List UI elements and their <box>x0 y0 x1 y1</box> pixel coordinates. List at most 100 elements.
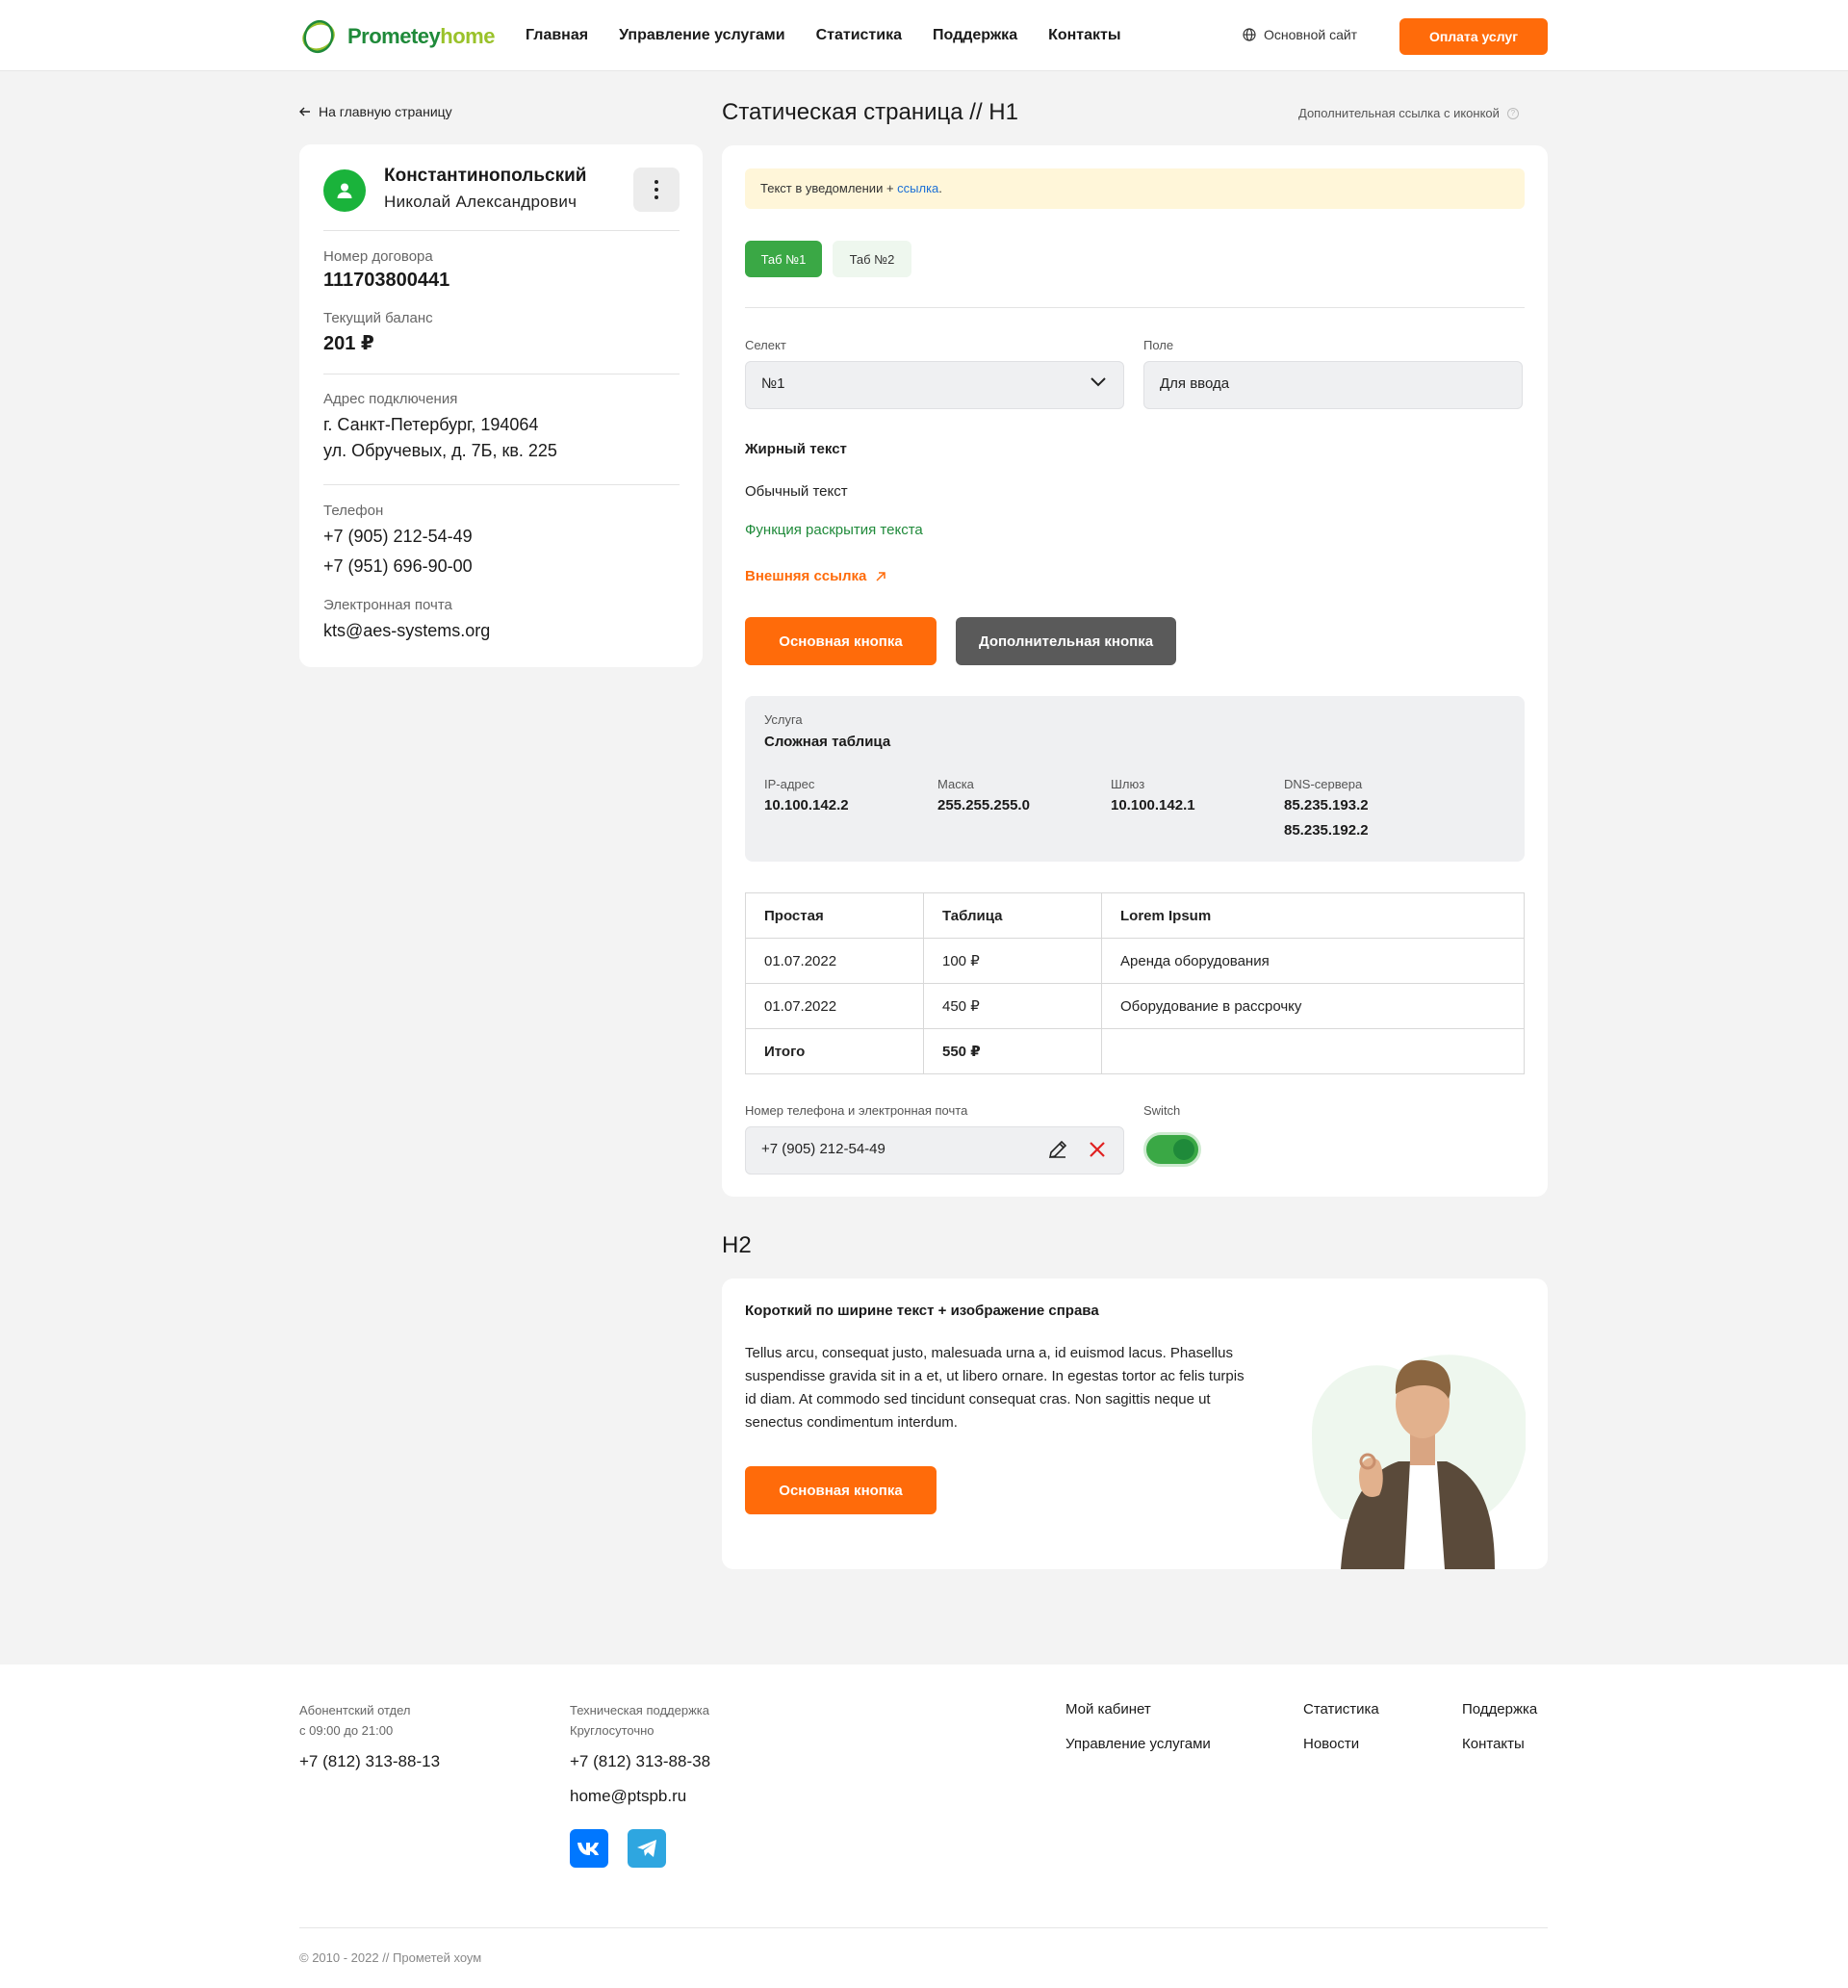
profile-last-name: Константинопольский <box>384 166 587 186</box>
telegram-icon <box>637 1840 656 1857</box>
footer-link-stats[interactable]: Статистика <box>1303 1701 1379 1717</box>
mask-value: 255.255.255.0 <box>937 797 1030 813</box>
table-cell: Итого <box>745 1028 924 1074</box>
promo-card: Короткий по ширине текст + изображение с… <box>722 1278 1548 1569</box>
mask-label: Маска <box>937 777 974 791</box>
table-cell <box>1101 1028 1525 1074</box>
balance-value: 201 ₽ <box>323 333 374 354</box>
table-header-row: Простая Таблица Lorem Ipsum <box>745 892 1525 939</box>
table-total-row: Итого 550 ₽ <box>745 1028 1525 1074</box>
field-label: Поле <box>1143 338 1174 352</box>
promo-button[interactable]: Основная кнопка <box>745 1466 937 1514</box>
extra-link[interactable]: Дополнительная ссылка с иконкой ? <box>1298 106 1519 120</box>
balance-label: Текущий баланс <box>323 310 433 326</box>
site-header: Prometeyhome Главная Управление услугами… <box>0 0 1848 71</box>
data-table: Простая Таблица Lorem Ipsum 01.07.2022 1… <box>745 892 1525 1074</box>
divider <box>745 307 1525 308</box>
notice-banner: Текст в уведомлении + ссылка. <box>745 168 1525 209</box>
table-row: 01.07.2022 450 ₽ Оборудование в рассрочк… <box>745 983 1525 1029</box>
secondary-button[interactable]: Дополнительная кнопка <box>956 617 1176 665</box>
expand-text-link[interactable]: Функция раскрытия текста <box>745 522 923 538</box>
table-cell: Оборудование в рассрочку <box>1101 983 1525 1029</box>
select-value: №1 <box>761 375 785 392</box>
contract-label: Номер договора <box>323 248 433 265</box>
select-dropdown[interactable]: №1 <box>745 361 1124 409</box>
email-value: kts@aes-systems.org <box>323 621 491 640</box>
dot-icon <box>654 188 658 192</box>
logo[interactable]: Prometeyhome <box>299 17 495 56</box>
profile-first-name: Николай Александрович <box>384 193 578 211</box>
external-link[interactable]: Внешняя ссылка <box>745 568 886 584</box>
tab-1[interactable]: Таб №1 <box>745 241 822 277</box>
address-line1: г. Санкт-Петербург, 194064 <box>323 415 539 434</box>
nav-item-services[interactable]: Управление услугами <box>619 27 784 44</box>
telegram-button[interactable] <box>628 1829 666 1868</box>
pencil-icon[interactable] <box>1047 1139 1068 1160</box>
service-name: Сложная таблица <box>764 734 891 750</box>
footer-link-cabinet[interactable]: Мой кабинет <box>1065 1701 1151 1717</box>
table-cell: Аренда оборудования <box>1101 938 1525 984</box>
nav-item-support[interactable]: Поддержка <box>933 27 1017 44</box>
promo-text: Tellus arcu, consequat justo, malesuada … <box>745 1345 1245 1431</box>
footer-link-news[interactable]: Новости <box>1303 1736 1359 1752</box>
user-icon <box>337 183 352 198</box>
back-link[interactable]: На главную страницу <box>299 104 452 119</box>
main-site-link[interactable]: Основной сайт <box>1243 27 1357 42</box>
main-nav: Главная Управление услугами Статистика П… <box>526 27 1121 44</box>
logo-text: Prometeyhome <box>347 24 495 48</box>
footer-link-services[interactable]: Управление услугами <box>1065 1736 1211 1752</box>
ip-label: IP-адрес <box>764 777 815 791</box>
table-header-cell: Таблица <box>923 892 1102 939</box>
text-input[interactable]: Для ввода <box>1143 361 1523 409</box>
help-icon: ? <box>1506 107 1519 119</box>
contact-field[interactable]: +7 (905) 212-54-49 <box>745 1126 1124 1175</box>
address-line2: ул. Обручевых, д. 7Б, кв. 225 <box>323 441 557 460</box>
table-row: 01.07.2022 100 ₽ Аренда оборудования <box>745 938 1525 984</box>
chevron-down-icon <box>1091 377 1106 387</box>
dns-value-1: 85.235.193.2 <box>1284 797 1369 813</box>
switch-label: Switch <box>1143 1103 1181 1118</box>
footer-link-support[interactable]: Поддержка <box>1462 1701 1537 1717</box>
table-cell: 01.07.2022 <box>745 983 924 1029</box>
normal-text: Обычный текст <box>745 483 848 500</box>
nav-item-contacts[interactable]: Контакты <box>1048 27 1120 44</box>
arrow-left-icon <box>299 107 310 116</box>
site-footer <box>0 1665 1848 1988</box>
promo-title: Короткий по ширине текст + изображение с… <box>745 1303 1099 1319</box>
external-link-label: Внешняя ссылка <box>745 568 867 584</box>
vk-button[interactable] <box>570 1829 608 1868</box>
dns-label: DNS-сервера <box>1284 777 1363 791</box>
support-hours: Круглосуточно <box>570 1723 654 1738</box>
primary-button[interactable]: Основная кнопка <box>745 617 937 665</box>
table-header-cell: Lorem Ipsum <box>1101 892 1525 939</box>
service-details: Услуга Сложная таблица IP-адрес 10.100.1… <box>745 696 1525 862</box>
dept-hours: с 09:00 до 21:00 <box>299 1723 394 1738</box>
main-site-label: Основной сайт <box>1264 27 1358 42</box>
toggle-switch[interactable] <box>1143 1132 1201 1167</box>
dns-value-2: 85.235.192.2 <box>1284 822 1369 839</box>
dept-title: Абонентский отдел <box>299 1703 411 1717</box>
more-options-button[interactable] <box>633 168 680 212</box>
support-phone[interactable]: +7 (812) 313-88-38 <box>570 1752 710 1771</box>
contract-value: 111703800441 <box>323 270 450 291</box>
table-cell: 100 ₽ <box>923 938 1102 984</box>
support-email[interactable]: home@ptspb.ru <box>570 1787 686 1806</box>
tab-2[interactable]: Таб №2 <box>833 241 911 277</box>
nav-item-stats[interactable]: Статистика <box>816 27 902 44</box>
nav-item-home[interactable]: Главная <box>526 27 588 44</box>
select-label: Селект <box>745 338 786 352</box>
pay-button[interactable]: Оплата услуг <box>1399 18 1548 55</box>
dept-phone[interactable]: +7 (812) 313-88-13 <box>299 1752 440 1771</box>
logo-icon <box>302 19 335 54</box>
table-header-cell: Простая <box>745 892 924 939</box>
footer-link-contacts[interactable]: Контакты <box>1462 1736 1525 1752</box>
extra-link-label: Дополнительная ссылка с иконкой <box>1298 106 1500 120</box>
profile-card: Константинопольский Николай Александрови… <box>299 144 703 667</box>
notice-dot: . <box>938 181 942 195</box>
phone-label: Телефон <box>323 503 384 519</box>
notice-link[interactable]: ссылка <box>897 181 938 195</box>
main-card: Текст в уведомлении + ссылка. Таб №1 Таб… <box>722 145 1548 1197</box>
bold-text: Жирный текст <box>745 441 847 457</box>
divider <box>323 484 680 485</box>
close-icon[interactable] <box>1088 1140 1107 1159</box>
